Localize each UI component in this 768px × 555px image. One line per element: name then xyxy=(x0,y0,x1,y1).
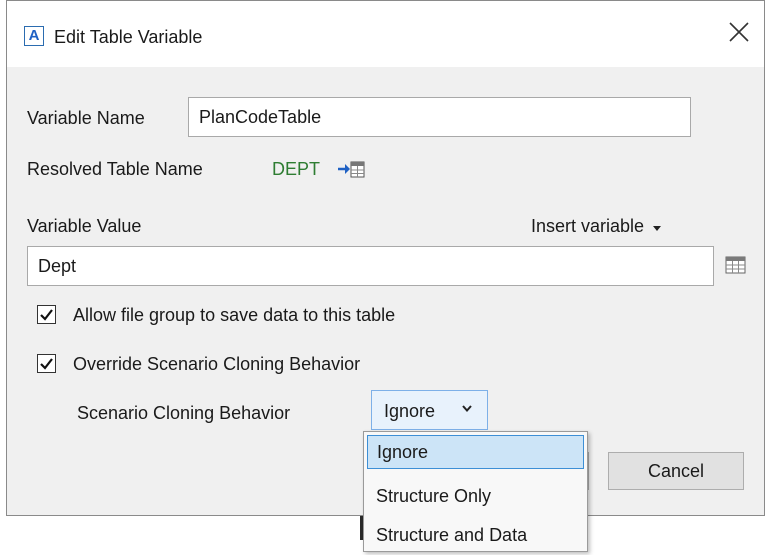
override-cloning-label: Override Scenario Cloning Behavior xyxy=(73,354,361,374)
allow-save-label: Allow file group to save data to this ta… xyxy=(73,305,396,325)
allow-save-checkbox[interactable] xyxy=(37,305,56,324)
dropdown-option-structure-and-data[interactable]: Structure and Data xyxy=(367,519,584,553)
resolved-table-name-value: DEPT xyxy=(272,159,321,179)
go-to-table-icon[interactable] xyxy=(337,158,365,180)
variable-name-label: Variable Name xyxy=(27,108,145,128)
close-button[interactable] xyxy=(712,13,764,53)
scenario-cloning-label: Scenario Cloning Behavior xyxy=(77,403,291,423)
cancel-button[interactable]: Cancel xyxy=(608,452,744,490)
app-logo-letter: A xyxy=(28,27,40,44)
resolved-table-name-label: Resolved Table Name xyxy=(27,159,203,179)
dialog-title: Edit Table Variable xyxy=(54,27,203,47)
override-cloning-checkbox[interactable] xyxy=(37,354,56,373)
caret-down-icon xyxy=(652,225,661,231)
table-picker-icon[interactable] xyxy=(725,254,747,276)
scenario-cloning-select[interactable]: Ignore xyxy=(371,390,488,430)
scenario-cloning-dropdown-list: Ignore Structure Only Structure and Data xyxy=(363,431,588,552)
insert-variable-menu[interactable]: Insert variable xyxy=(531,215,663,237)
scenario-cloning-selected: Ignore xyxy=(384,401,436,421)
app-logo-icon: A xyxy=(24,26,44,46)
chevron-down-icon xyxy=(462,405,472,413)
insert-variable-label: Insert variable xyxy=(531,216,645,236)
title-bar: A Edit Table Variable xyxy=(7,1,764,67)
dropdown-option-ignore[interactable]: Ignore xyxy=(367,435,584,469)
dropdown-option-structure-only[interactable]: Structure Only xyxy=(367,480,584,514)
close-icon xyxy=(729,22,749,42)
variable-value-input[interactable] xyxy=(27,246,714,286)
variable-name-input[interactable] xyxy=(188,97,691,137)
checkmark-icon xyxy=(40,358,53,370)
checkmark-icon xyxy=(40,309,53,321)
variable-value-label: Variable Value xyxy=(27,216,142,236)
